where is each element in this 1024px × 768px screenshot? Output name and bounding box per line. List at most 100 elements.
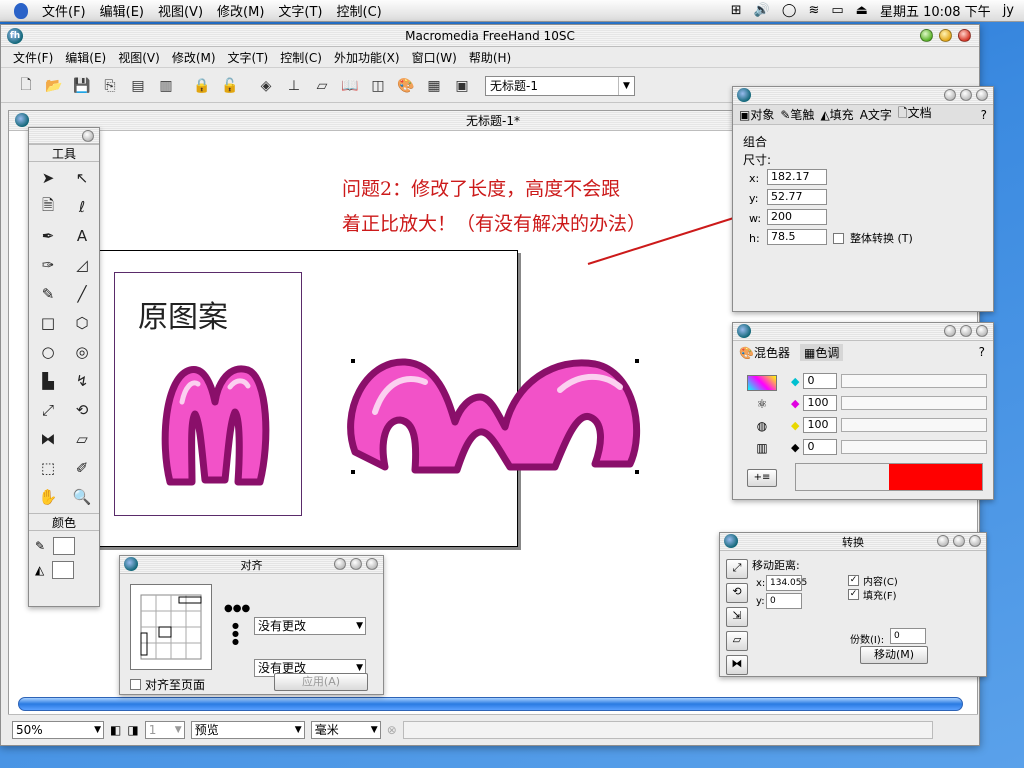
page-select[interactable]: 1 ▼ bbox=[144, 720, 185, 739]
yellow-slider[interactable] bbox=[841, 418, 987, 432]
selection-handle[interactable] bbox=[635, 359, 639, 363]
tab-text[interactable]: A文字 bbox=[860, 106, 892, 123]
open-folder-icon[interactable]: 📂 bbox=[43, 75, 65, 97]
contents-checkbox[interactable]: ✓ bbox=[848, 575, 859, 586]
tools-titlebar[interactable] bbox=[29, 128, 99, 144]
grid-icon[interactable]: ▦ bbox=[423, 75, 445, 97]
rgb-mode-icon[interactable]: ⚛ bbox=[747, 397, 777, 413]
stop-icon[interactable]: ⊗ bbox=[387, 723, 397, 737]
book-icon[interactable]: 📖 bbox=[339, 75, 361, 97]
prev-page-icon[interactable]: ◧ bbox=[110, 723, 121, 737]
stroke-color-swatch[interactable] bbox=[53, 537, 76, 555]
apply-button[interactable]: 应用(A) bbox=[274, 673, 368, 691]
menubar-item-edit[interactable]: 编辑(E) bbox=[100, 1, 144, 20]
panel-button[interactable] bbox=[334, 558, 346, 570]
skew-tool-icon[interactable]: ▱ bbox=[67, 425, 97, 453]
reflect-mode-icon[interactable]: ⧓ bbox=[726, 655, 748, 675]
panel-button[interactable] bbox=[960, 325, 972, 337]
spiral-tool-icon[interactable]: ◎ bbox=[67, 338, 97, 366]
menu-modify[interactable]: 修改(M) bbox=[172, 49, 216, 66]
black-slider[interactable] bbox=[841, 440, 987, 454]
panel-button[interactable] bbox=[969, 535, 981, 547]
selection-handle[interactable] bbox=[351, 359, 355, 363]
volume-icon[interactable]: 🔊 bbox=[754, 3, 770, 18]
scale-tool-icon[interactable]: ⤢ bbox=[33, 396, 63, 424]
color-preview-well[interactable] bbox=[795, 463, 983, 491]
hand-tool-icon[interactable]: ✋ bbox=[33, 483, 63, 511]
y-field[interactable]: 52.77 bbox=[767, 189, 827, 205]
document-select[interactable]: 无标题-1 ▼ bbox=[485, 75, 635, 96]
lock-icon[interactable]: 🔒 bbox=[191, 75, 213, 97]
magenta-slider[interactable] bbox=[841, 396, 987, 410]
original-m-shape[interactable] bbox=[160, 362, 270, 490]
rectangle-tool-icon[interactable]: □ bbox=[33, 309, 63, 337]
skew-icon[interactable]: ▱ bbox=[311, 75, 333, 97]
scale-mode-icon[interactable]: ⇲ bbox=[726, 607, 748, 627]
align-titlebar[interactable]: 对齐 bbox=[120, 556, 383, 574]
close-button[interactable] bbox=[958, 29, 971, 42]
stack-icon[interactable]: ▣ bbox=[451, 75, 473, 97]
knife-tool-icon[interactable]: ✐ bbox=[67, 454, 97, 482]
help-icon[interactable]: ? bbox=[981, 108, 987, 122]
horizontal-scrollbar[interactable] bbox=[18, 697, 963, 711]
menu-help[interactable]: 帮助(H) bbox=[469, 49, 511, 66]
help-icon[interactable]: ? bbox=[979, 345, 985, 359]
selection-handle[interactable] bbox=[635, 470, 639, 474]
mixer-titlebar[interactable] bbox=[733, 323, 993, 341]
rotate-tool-icon[interactable]: ⟲ bbox=[67, 396, 97, 424]
display-icon[interactable]: ▭ bbox=[831, 3, 843, 18]
menu-control[interactable]: 控制(C) bbox=[280, 49, 322, 66]
minimize-button[interactable] bbox=[939, 29, 952, 42]
hls-mode-icon[interactable]: ◍ bbox=[747, 419, 777, 435]
align-icon[interactable]: ⊥ bbox=[283, 75, 305, 97]
panel-button[interactable] bbox=[350, 558, 362, 570]
bezigon-tool-icon[interactable]: ◿ bbox=[67, 251, 97, 279]
move-button[interactable]: 移动(M) bbox=[860, 646, 928, 664]
menubar-item-text[interactable]: 文字(T) bbox=[278, 1, 322, 20]
pen-tool-icon[interactable]: ✑ bbox=[33, 251, 63, 279]
zoom-button[interactable] bbox=[920, 29, 933, 42]
lasso-tool-icon[interactable]: ℓ bbox=[67, 193, 97, 221]
fills-row[interactable]: ✓ 填充(F) bbox=[848, 587, 897, 602]
x-field[interactable]: 182.17 bbox=[767, 169, 827, 185]
w-field[interactable]: 200 bbox=[767, 209, 827, 225]
reflect-tool-icon[interactable]: ⧓ bbox=[33, 425, 63, 453]
wifi-icon[interactable]: ≋ bbox=[808, 3, 819, 18]
view-mode-select[interactable]: 预览 ▼ bbox=[190, 720, 305, 739]
menubar-item-control[interactable]: 控制(C) bbox=[337, 1, 382, 20]
tab-tints[interactable]: ▦色调 bbox=[799, 343, 844, 361]
pencil-tool-icon[interactable]: ✎ bbox=[33, 280, 63, 308]
subselect-tool-icon[interactable]: ↖ bbox=[67, 164, 97, 192]
collapse-button[interactable] bbox=[82, 130, 94, 142]
h-field[interactable]: 78.5 bbox=[767, 229, 827, 245]
export-icon[interactable]: ▥ bbox=[155, 75, 177, 97]
add-to-swatches-button[interactable]: +≡ bbox=[747, 469, 777, 487]
menu-window[interactable]: 窗口(W) bbox=[412, 49, 457, 66]
panel-button[interactable] bbox=[960, 89, 972, 101]
tab-mixer[interactable]: 🎨混色器 bbox=[739, 344, 790, 361]
transform-as-unit-row[interactable]: 整体转换 (T) bbox=[833, 230, 913, 246]
yellow-field[interactable]: 100 bbox=[803, 417, 838, 433]
align-preview-grid[interactable] bbox=[130, 584, 212, 670]
units-select[interactable]: 毫米 ▼ bbox=[310, 720, 381, 739]
horizontal-align-select[interactable]: 没有更改 ▼ bbox=[254, 617, 366, 635]
add-icon[interactable]: ⊞ bbox=[731, 3, 742, 18]
user-name[interactable]: jy bbox=[1003, 3, 1014, 18]
menubar-item-view[interactable]: 视图(V) bbox=[158, 1, 203, 20]
menu-view[interactable]: 视图(V) bbox=[118, 49, 160, 66]
rotate-mode-icon[interactable]: ⟲ bbox=[726, 583, 748, 603]
selection-handle[interactable] bbox=[351, 470, 355, 474]
next-page-icon[interactable]: ◨ bbox=[127, 723, 138, 737]
stretched-m-shape[interactable] bbox=[345, 352, 645, 480]
panel-button[interactable] bbox=[944, 325, 956, 337]
cyan-slider[interactable] bbox=[841, 374, 987, 388]
menu-xtras[interactable]: 外加功能(X) bbox=[334, 49, 400, 66]
freeform-tool-icon[interactable]: ↯ bbox=[67, 367, 97, 395]
zoom-select[interactable]: 50% ▼ bbox=[12, 720, 104, 739]
panel-button[interactable] bbox=[976, 89, 988, 101]
transform-icon[interactable]: ◈ bbox=[255, 75, 277, 97]
cyan-field[interactable]: 0 bbox=[803, 373, 838, 389]
align-to-page-checkbox[interactable] bbox=[130, 679, 141, 690]
polygon-tool-icon[interactable]: ⬡ bbox=[67, 309, 97, 337]
text-tool-icon[interactable]: A bbox=[67, 222, 97, 250]
